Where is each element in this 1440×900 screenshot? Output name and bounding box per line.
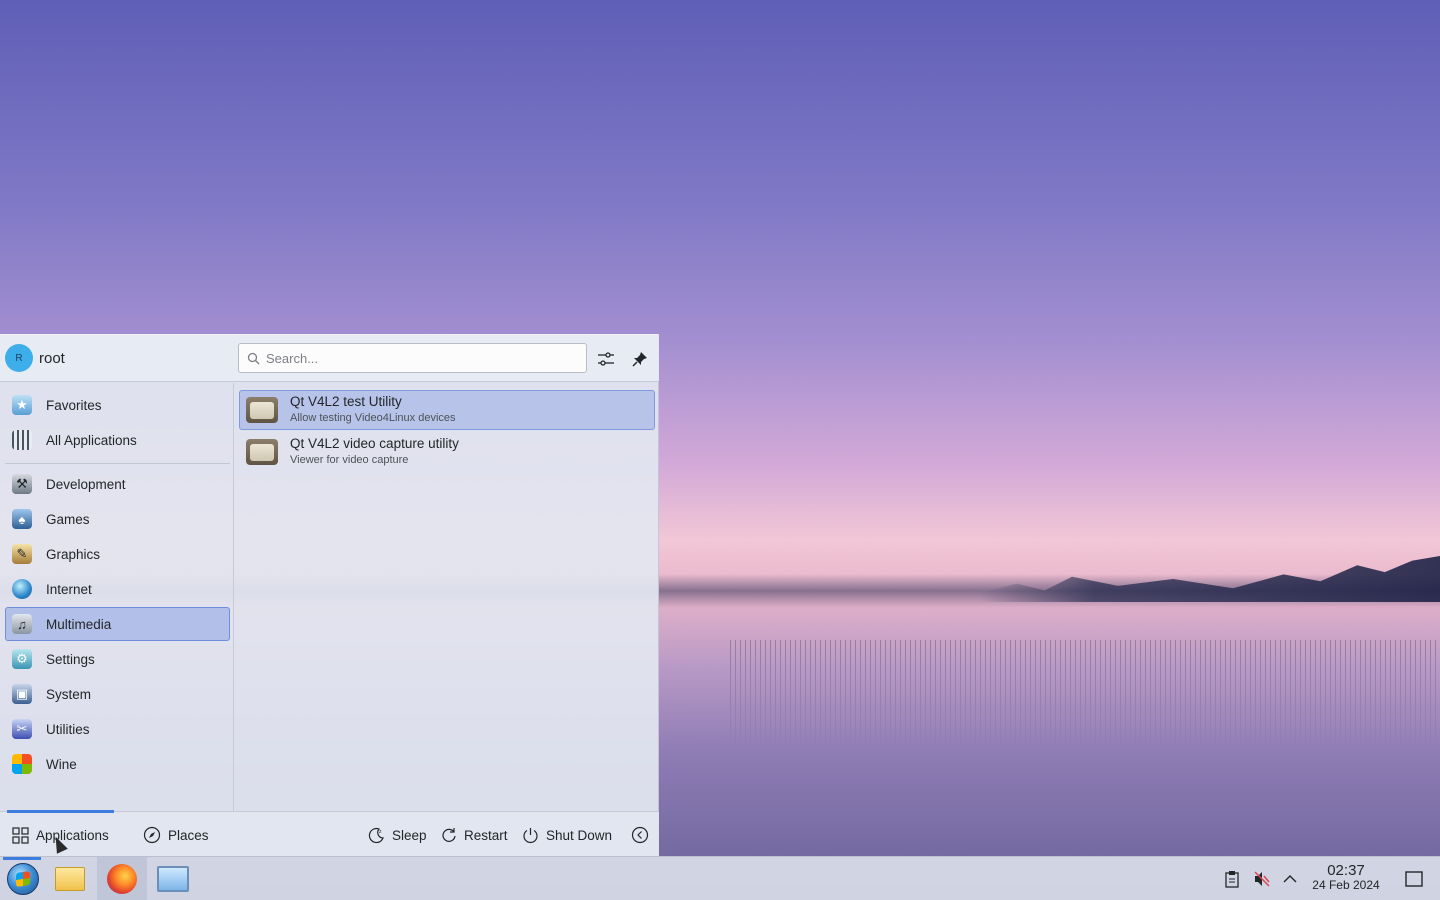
category-label: Utilities <box>46 721 90 737</box>
category-label: Games <box>46 511 90 527</box>
tab-label: Places <box>168 827 209 843</box>
app-item-qt-v4l2-test[interactable]: Qt V4L2 test Utility Allow testing Video… <box>239 390 655 430</box>
grid-icon <box>12 430 32 450</box>
search-input[interactable] <box>266 350 586 366</box>
restart-icon <box>442 828 456 842</box>
taskbar-file-manager[interactable] <box>47 857 93 900</box>
button-label: Restart <box>464 827 508 843</box>
star-folder-icon: ★ <box>12 395 32 415</box>
active-tab-indicator <box>7 810 114 813</box>
clock-time: 02:37 <box>1327 862 1365 879</box>
tv-icon <box>246 397 278 423</box>
category-system[interactable]: ▣ System <box>5 677 230 711</box>
category-games[interactable]: ♠ Games <box>5 502 230 536</box>
category-sidebar: ★ Favorites All Applications ⚒ Developme… <box>0 383 234 811</box>
avatar[interactable]: R <box>5 344 33 372</box>
folder-icon <box>55 867 85 891</box>
category-label: Graphics <box>46 546 101 562</box>
category-label: All Applications <box>46 432 137 448</box>
clock[interactable]: 02:37 24 Feb 2024 <box>1303 862 1389 892</box>
power-icon <box>523 827 538 843</box>
start-orb-icon <box>7 863 39 895</box>
category-label: System <box>46 686 92 702</box>
category-settings[interactable]: ⚙ Settings <box>5 642 230 676</box>
firefox-icon <box>107 864 137 894</box>
category-label: Internet <box>46 581 92 597</box>
category-label: Wine <box>46 756 77 772</box>
user-info[interactable]: R root <box>5 344 65 372</box>
taskbar-remote-desktop[interactable] <box>150 857 196 900</box>
tray-volume[interactable] <box>1252 869 1272 889</box>
pin-icon <box>632 352 647 367</box>
category-graphics[interactable]: ✎ Graphics <box>5 537 230 571</box>
development-icon: ⚒ <box>12 474 32 494</box>
globe-icon <box>12 579 32 599</box>
more-actions-button[interactable] <box>631 823 649 847</box>
sleep-button[interactable]: z Sleep <box>368 823 427 847</box>
system-icon: ▣ <box>12 684 32 704</box>
remote-desktop-icon <box>157 866 189 892</box>
app-description: Viewer for video capture <box>290 454 409 466</box>
launcher-header: R root <box>0 335 659 382</box>
tray-clipboard[interactable] <box>1222 869 1242 889</box>
username: root <box>39 349 65 367</box>
sliders-icon <box>598 352 614 366</box>
button-label: Shut Down <box>546 827 613 843</box>
app-item-qt-v4l2-capture[interactable]: Qt V4L2 video capture utility Viewer for… <box>239 432 655 472</box>
games-icon: ♠ <box>12 509 32 529</box>
search-icon <box>247 352 260 364</box>
svg-text:z: z <box>379 829 382 835</box>
category-label: Multimedia <box>46 616 112 632</box>
utilities-icon: ✂ <box>12 719 32 739</box>
category-multimedia[interactable]: ♫ Multimedia <box>5 607 230 641</box>
compass-icon <box>143 826 161 844</box>
tray-expand[interactable] <box>1280 869 1300 889</box>
tab-places[interactable]: Places <box>143 823 209 847</box>
category-internet[interactable]: Internet <box>5 572 230 606</box>
graphics-icon: ✎ <box>12 544 32 564</box>
chevron-left-circle-icon <box>631 826 649 844</box>
tv-icon <box>246 439 278 465</box>
divider <box>5 463 230 464</box>
category-wine[interactable]: Wine <box>5 747 230 781</box>
category-favorites[interactable]: ★ Favorites <box>5 388 230 422</box>
category-label: Favorites <box>46 397 102 413</box>
tab-label: Applications <box>36 827 109 843</box>
settings-icon: ⚙ <box>12 649 32 669</box>
search-box[interactable] <box>238 343 587 373</box>
show-desktop-button[interactable] <box>1404 869 1424 889</box>
configure-button[interactable] <box>593 346 619 372</box>
application-list: Qt V4L2 test Utility Allow testing Video… <box>235 383 659 811</box>
taskbar: 02:37 24 Feb 2024 <box>0 856 1440 900</box>
wallpaper-reeds <box>730 640 1440 750</box>
app-name: Qt V4L2 test Utility <box>290 394 402 409</box>
desktop-icon <box>1405 871 1423 887</box>
app-description: Allow testing Video4Linux devices <box>290 412 456 424</box>
chevron-up-icon <box>1283 875 1297 883</box>
start-menu-button[interactable] <box>0 857 46 900</box>
button-label: Sleep <box>392 827 427 843</box>
category-label: Development <box>46 476 126 492</box>
volume-muted-icon <box>1254 871 1270 887</box>
category-label: Settings <box>46 651 95 667</box>
clock-date: 24 Feb 2024 <box>1312 878 1380 892</box>
clipboard-icon <box>1225 871 1239 888</box>
launcher-footer: Applications Places z Sleep Restart Shut… <box>0 810 659 857</box>
wine-icon <box>12 754 32 774</box>
pin-button[interactable] <box>627 346 653 372</box>
category-development[interactable]: ⚒ Development <box>5 467 230 501</box>
shutdown-button[interactable]: Shut Down <box>522 823 612 847</box>
category-utilities[interactable]: ✂ Utilities <box>5 712 230 746</box>
grid-icon <box>12 826 29 844</box>
restart-button[interactable]: Restart <box>441 823 508 847</box>
app-name: Qt V4L2 video capture utility <box>290 436 459 451</box>
application-launcher: R root ★ Favor <box>0 334 659 857</box>
taskbar-firefox[interactable] <box>97 857 147 900</box>
multimedia-icon: ♫ <box>12 614 32 634</box>
sleep-icon: z <box>368 827 384 843</box>
category-all-applications[interactable]: All Applications <box>5 423 230 457</box>
